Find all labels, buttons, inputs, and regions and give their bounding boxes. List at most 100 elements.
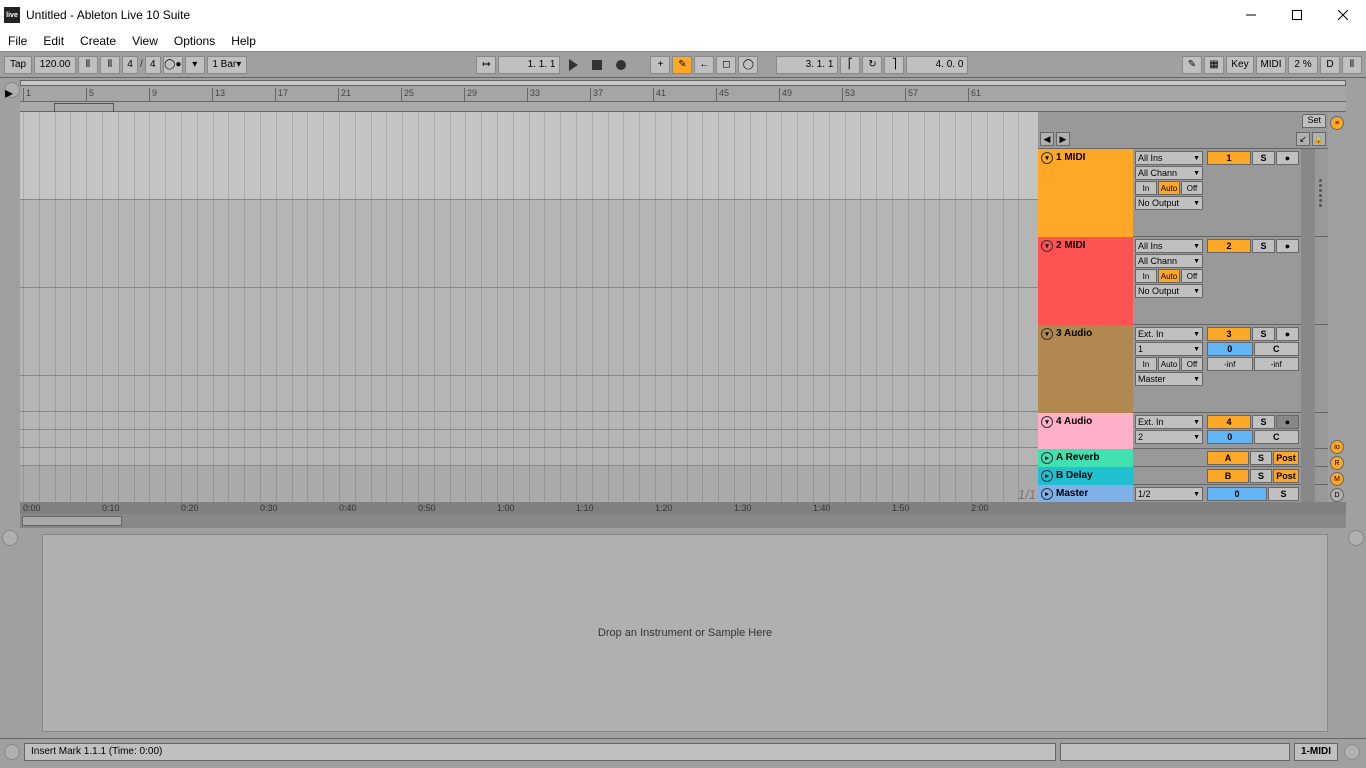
add-locator-button[interactable]: ◀ xyxy=(1040,132,1054,146)
track-title[interactable]: ▸A Reverb xyxy=(1038,449,1133,467)
pan-control[interactable]: 0 xyxy=(1207,430,1253,444)
post-pre-button[interactable]: Post xyxy=(1273,469,1299,483)
fold-button[interactable]: ▾ xyxy=(1041,240,1053,252)
computer-midi-button[interactable]: ▦ xyxy=(1204,56,1224,74)
fold-button[interactable]: ▸ xyxy=(1041,452,1053,464)
pan-control[interactable]: 0 xyxy=(1207,342,1253,356)
arm-button[interactable]: ● xyxy=(1276,415,1299,429)
track-header[interactable]: ▾4 AudioExt. In24S● 0C xyxy=(1038,412,1328,448)
track-header[interactable]: ▾1 MIDIAll InsAll ChannInAutoOffNo Outpu… xyxy=(1038,148,1328,236)
fold-button[interactable]: ▾ xyxy=(1041,152,1053,164)
minimize-button[interactable] xyxy=(1228,0,1274,30)
input-channel-select[interactable]: 1 xyxy=(1135,342,1203,356)
input-type-select[interactable]: All Ins xyxy=(1135,239,1203,253)
send-knob[interactable]: C xyxy=(1254,430,1300,444)
track-resize-grip[interactable] xyxy=(1315,149,1325,237)
mixer-toggle[interactable]: M xyxy=(1330,472,1344,486)
output-select[interactable]: No Output xyxy=(1135,196,1203,210)
monitor-in-button[interactable]: In xyxy=(1135,269,1157,283)
send-knob[interactable]: C xyxy=(1254,342,1300,356)
track-title[interactable]: ▸Master xyxy=(1038,485,1133,503)
track-title[interactable]: ▾2 MIDI xyxy=(1038,237,1133,325)
fold-button[interactable]: ▸ xyxy=(1041,470,1053,482)
track-resize-grip[interactable] xyxy=(1315,467,1325,485)
time-ruler[interactable]: 0:000:100:200:300:400:501:001:101:201:30… xyxy=(20,502,1346,514)
track-activator-button[interactable]: 1 xyxy=(1207,151,1251,165)
input-channel-select[interactable]: All Chann xyxy=(1135,166,1203,180)
post-pre-button[interactable]: Post xyxy=(1273,451,1299,465)
track-activator-button[interactable]: B xyxy=(1207,469,1249,483)
browser-toggle-icon[interactable]: ▸ xyxy=(4,82,20,98)
track-resize-grip[interactable] xyxy=(1315,237,1325,325)
overdub-button[interactable]: + xyxy=(650,56,670,74)
sig-num[interactable]: 4 xyxy=(122,56,138,74)
arm-button[interactable]: ● xyxy=(1276,239,1299,253)
monitor-auto-button[interactable]: Auto xyxy=(1158,269,1180,283)
play-button[interactable] xyxy=(562,56,584,74)
set-button[interactable]: Set xyxy=(1302,114,1326,128)
midi-map-button[interactable]: MIDI xyxy=(1256,56,1286,74)
metronome-menu[interactable]: ▾ xyxy=(185,56,205,74)
clip-lane-area[interactable]: 1/1 xyxy=(20,112,1038,502)
menu-file[interactable]: File xyxy=(8,34,27,48)
return-header[interactable]: ▸A ReverbASPost xyxy=(1038,448,1328,466)
monitor-off-button[interactable]: Off xyxy=(1181,269,1203,283)
tempo-field[interactable]: 120.00 xyxy=(34,56,76,74)
fold-button[interactable]: ▸ xyxy=(1041,488,1053,500)
automation-arm-button[interactable]: ✎ xyxy=(672,56,692,74)
record-button[interactable] xyxy=(610,56,632,74)
delay-toggle[interactable]: D xyxy=(1330,488,1344,502)
monitor-off-button[interactable]: Off xyxy=(1181,357,1203,371)
stop-button[interactable] xyxy=(586,56,608,74)
bar-ruler[interactable]: 15913172125293337414549535761 xyxy=(20,86,1346,101)
menu-create[interactable]: Create xyxy=(80,34,116,48)
loop-brace[interactable] xyxy=(54,103,114,113)
loop-start[interactable]: 3. 1. 1 xyxy=(776,56,838,74)
cue-out-select[interactable]: 1/2 xyxy=(1135,487,1203,501)
fold-button[interactable]: ▾ xyxy=(1041,328,1053,340)
menu-options[interactable]: Options xyxy=(174,34,215,48)
menu-view[interactable]: View xyxy=(132,34,158,48)
clip-device-toggle[interactable] xyxy=(1348,530,1364,546)
punch-in-button[interactable]: ⎡ xyxy=(840,56,860,74)
solo-button[interactable]: S xyxy=(1250,451,1272,465)
next-locator-button[interactable]: ▶ xyxy=(1056,132,1070,146)
solo-button[interactable]: S xyxy=(1252,415,1275,429)
metronome-button[interactable]: ◯● xyxy=(163,56,183,74)
input-type-select[interactable]: Ext. In xyxy=(1135,327,1203,341)
track-title[interactable]: ▾4 Audio xyxy=(1038,413,1133,449)
lock-envelopes-button[interactable]: 🔒 xyxy=(1312,132,1326,146)
arm-button[interactable]: ● xyxy=(1276,327,1299,341)
solo-button[interactable]: S xyxy=(1252,239,1275,253)
close-button[interactable] xyxy=(1320,0,1366,30)
monitor-in-button[interactable]: In xyxy=(1135,357,1157,371)
solo-button[interactable]: S xyxy=(1268,487,1299,501)
track-resize-grip[interactable] xyxy=(1315,325,1325,413)
key-map-button[interactable]: Key xyxy=(1226,56,1254,74)
arrangement-position[interactable]: 1. 1. 1 xyxy=(498,56,560,74)
menu-help[interactable]: Help xyxy=(231,34,256,48)
loop-brace-lane[interactable] xyxy=(20,102,1346,113)
track-resize-grip[interactable] xyxy=(1315,449,1325,467)
nudge-up-button[interactable]: ⦀ xyxy=(100,56,120,74)
sig-den[interactable]: 4 xyxy=(145,56,161,74)
output-select[interactable]: Master xyxy=(1135,372,1203,386)
solo-button[interactable]: S xyxy=(1250,469,1272,483)
scrollbar-thumb[interactable] xyxy=(22,516,122,526)
maximize-button[interactable] xyxy=(1274,0,1320,30)
input-type-select[interactable]: Ext. In xyxy=(1135,415,1203,429)
quantize-menu[interactable]: 1 Bar ▾ xyxy=(207,56,247,74)
track-header[interactable]: ▾2 MIDIAll InsAll ChannInAutoOffNo Outpu… xyxy=(1038,236,1328,324)
send-value[interactable]: -inf xyxy=(1254,357,1300,371)
input-channel-select[interactable]: All Chann xyxy=(1135,254,1203,268)
send-value[interactable]: -inf xyxy=(1207,357,1253,371)
help-toggle-icon[interactable] xyxy=(1344,744,1360,760)
tap-tempo-button[interactable]: Tap xyxy=(4,56,32,74)
fold-button[interactable]: ▾ xyxy=(1041,416,1053,428)
input-channel-select[interactable]: 2 xyxy=(1135,430,1203,444)
track-activator-button[interactable]: 0 xyxy=(1207,487,1267,501)
monitor-in-button[interactable]: In xyxy=(1135,181,1157,195)
track-resize-grip[interactable] xyxy=(1315,413,1325,449)
track-activator-button[interactable]: 4 xyxy=(1207,415,1251,429)
solo-button[interactable]: S xyxy=(1252,327,1275,341)
